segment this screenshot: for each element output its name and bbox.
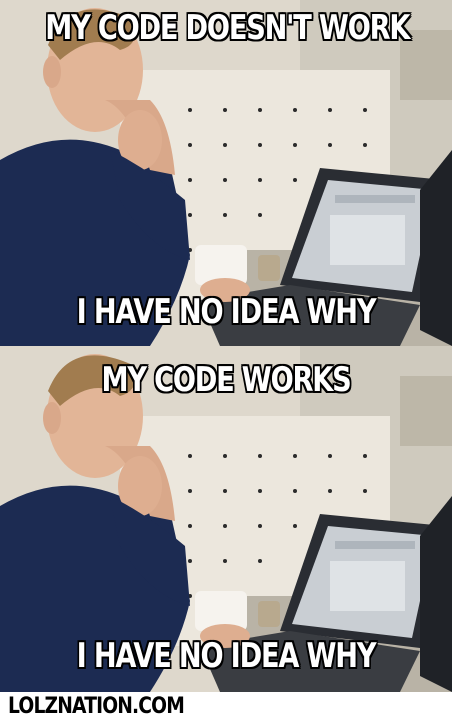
top-caption: MY CODE DOESN'T WORK xyxy=(45,8,410,48)
bottom-panel: MY CODE WORKS I HAVE NO IDEA WHY xyxy=(0,346,452,692)
meme-image: MY CODE DOESN'T WORK I HAVE NO IDEA WHY xyxy=(0,0,452,722)
bottom-caption: I HAVE NO IDEA WHY xyxy=(76,292,377,332)
bottom-caption: I HAVE NO IDEA WHY xyxy=(76,636,377,676)
top-caption: MY CODE WORKS xyxy=(101,360,351,400)
footer-bar: LOLZNATION.COM xyxy=(0,692,452,722)
top-panel: MY CODE DOESN'T WORK I HAVE NO IDEA WHY xyxy=(0,0,452,346)
site-watermark: LOLZNATION.COM xyxy=(8,694,185,719)
